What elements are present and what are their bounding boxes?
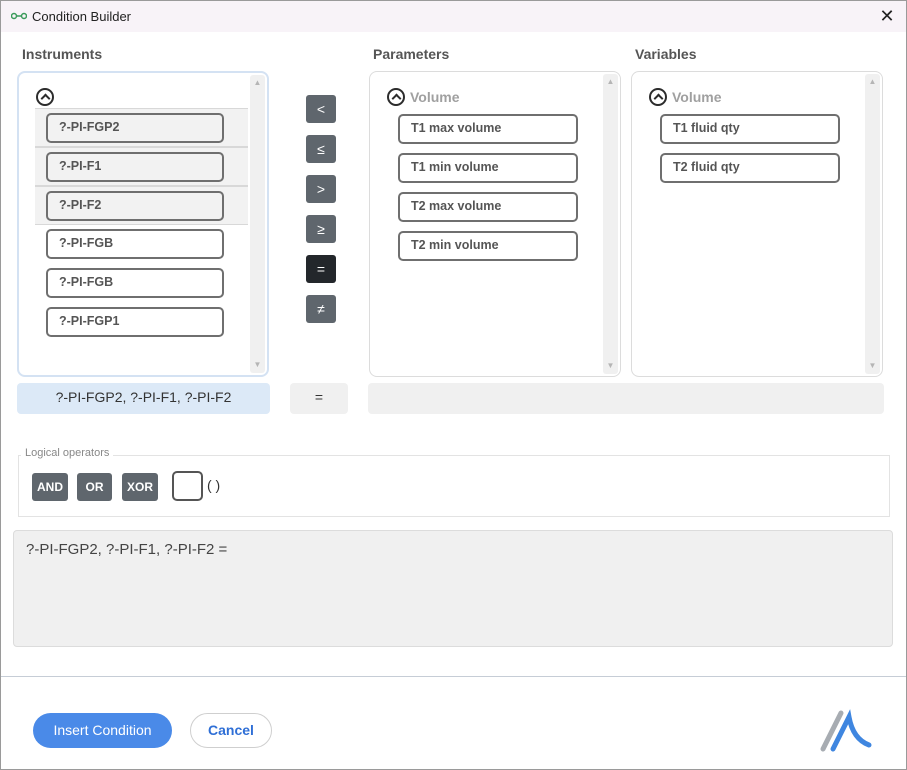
scroll-down-icon[interactable]: ▼	[865, 360, 880, 372]
collapse-icon[interactable]	[387, 88, 405, 106]
parameter-chip[interactable]: T2 max volume	[398, 192, 578, 222]
and-button[interactable]: AND	[32, 473, 68, 501]
footer-divider	[1, 676, 906, 677]
instrument-chip[interactable]: ?-PI-FGB	[46, 268, 224, 298]
parameter-chip[interactable]: T2 min volume	[398, 231, 578, 261]
instrument-chip[interactable]: ?-PI-FGP1	[46, 307, 224, 337]
close-button[interactable]: ✕	[876, 5, 898, 27]
greater-equal-button[interactable]: ≥	[306, 215, 336, 243]
logical-operators-legend: Logical operators	[21, 447, 114, 459]
instrument-row[interactable]: ?-PI-FGB	[35, 264, 248, 303]
parameters-list[interactable]: Volume T1 max volume T1 min volume T2 ma…	[369, 71, 621, 377]
collapse-icon[interactable]	[36, 88, 54, 106]
instrument-row[interactable]: ?-PI-F1	[35, 147, 248, 186]
title-bar: Condition Builder ✕	[1, 1, 906, 32]
not-equal-button[interactable]: ≠	[306, 295, 336, 323]
variable-chip[interactable]: T1 fluid qty	[660, 114, 840, 144]
xor-button[interactable]: XOR	[122, 473, 158, 501]
selected-operator-summary: =	[290, 383, 348, 414]
instrument-row[interactable]: ?-PI-F2	[35, 186, 248, 225]
condition-expression-field[interactable]: ?-PI-FGP2, ?-PI-F1, ?-PI-F2 =	[13, 530, 893, 647]
cancel-button[interactable]: Cancel	[190, 713, 272, 748]
parentheses-checkbox[interactable]	[172, 471, 203, 501]
selected-value-summary	[368, 383, 884, 414]
variables-header: Variables	[635, 46, 697, 62]
parameters-scrollbar[interactable]: ▲ ▼	[603, 74, 618, 374]
group-label: Volume	[672, 89, 722, 105]
or-button[interactable]: OR	[77, 473, 112, 501]
variables-list[interactable]: Volume T1 fluid qty T2 fluid qty ▲ ▼	[631, 71, 883, 377]
instrument-row[interactable]: ?-PI-FGP1	[35, 303, 248, 342]
less-than-button[interactable]: <	[306, 95, 336, 123]
instrument-row[interactable]: ?-PI-FGB	[35, 225, 248, 264]
instrument-chip[interactable]: ?-PI-FGP2	[46, 113, 224, 143]
link-nodes-icon	[11, 12, 27, 20]
collapse-icon[interactable]	[649, 88, 667, 106]
instruments-scrollbar[interactable]: ▲ ▼	[250, 75, 265, 373]
instrument-chip[interactable]: ?-PI-FGB	[46, 229, 224, 259]
brand-logo-icon	[820, 709, 872, 752]
scroll-up-icon[interactable]: ▲	[603, 76, 618, 88]
parameter-chip[interactable]: T1 min volume	[398, 153, 578, 183]
scroll-down-icon[interactable]: ▼	[250, 359, 265, 371]
insert-condition-button[interactable]: Insert Condition	[33, 713, 172, 748]
variable-chip[interactable]: T2 fluid qty	[660, 153, 840, 183]
instruments-list[interactable]: ?-PI-FGP2 ?-PI-F1 ?-PI-F2 ?-PI-FGB ?-PI-…	[17, 71, 269, 377]
greater-than-button[interactable]: >	[306, 175, 336, 203]
scroll-up-icon[interactable]: ▲	[250, 77, 265, 89]
equals-button[interactable]: =	[306, 255, 336, 283]
parameter-chip[interactable]: T1 max volume	[398, 114, 578, 144]
window-title: Condition Builder	[32, 9, 132, 24]
condition-builder-window: Condition Builder ✕ Instruments Paramete…	[0, 0, 907, 770]
variables-scrollbar[interactable]: ▲ ▼	[865, 74, 880, 374]
less-equal-button[interactable]: ≤	[306, 135, 336, 163]
group-label: Volume	[410, 89, 460, 105]
parentheses-label: ( )	[207, 477, 221, 493]
instrument-chip[interactable]: ?-PI-F1	[46, 152, 224, 182]
scroll-up-icon[interactable]: ▲	[865, 76, 880, 88]
scroll-down-icon[interactable]: ▼	[603, 360, 618, 372]
selected-instruments-summary: ?-PI-FGP2, ?-PI-F1, ?-PI-F2	[17, 383, 270, 414]
instrument-chip[interactable]: ?-PI-F2	[46, 191, 224, 221]
instrument-row[interactable]: ?-PI-FGP2	[35, 108, 248, 147]
parameters-header: Parameters	[373, 46, 450, 62]
instruments-header: Instruments	[22, 46, 103, 62]
